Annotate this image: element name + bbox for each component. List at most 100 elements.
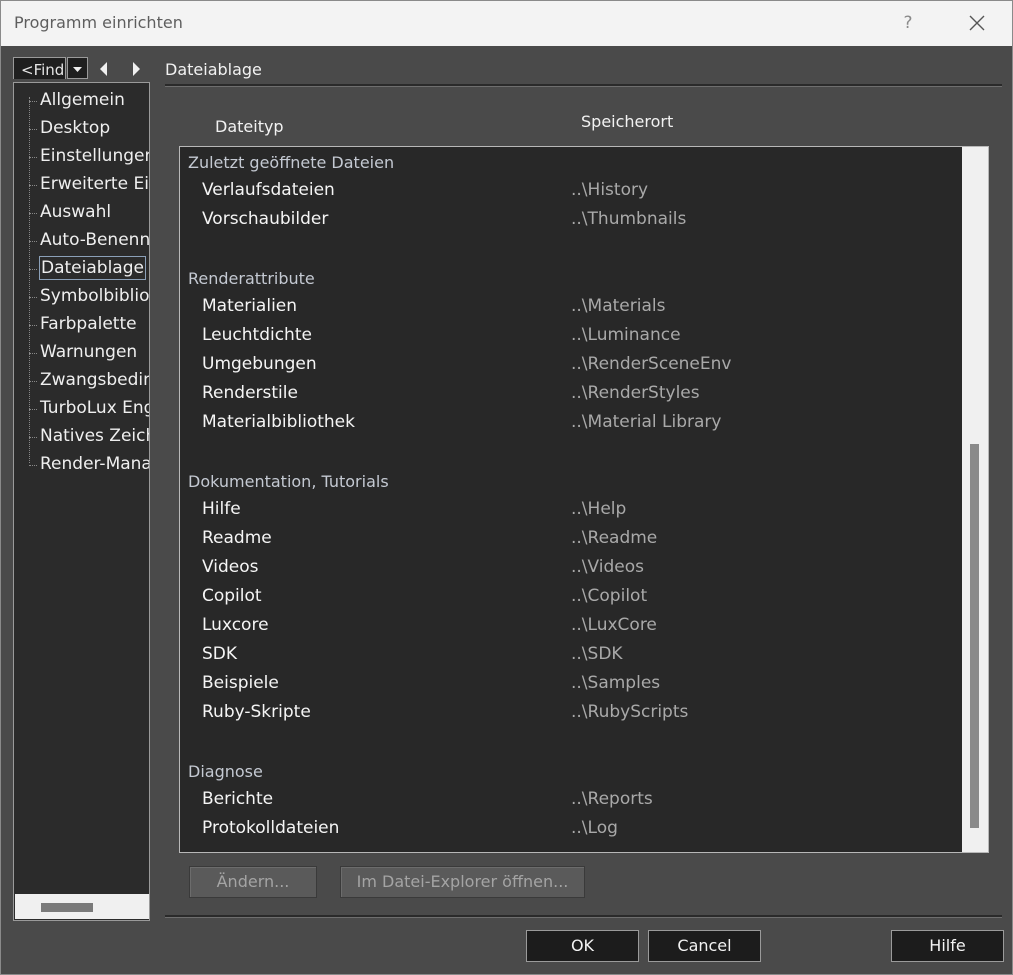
chevron-left-icon — [100, 62, 107, 76]
list-item[interactable]: Readme ..\Readme — [180, 524, 960, 553]
list-item[interactable]: Beispiele ..\Samples — [180, 669, 960, 698]
tree-item-label: Auswahl — [40, 202, 112, 222]
tree-item-label: Farbpalette — [40, 314, 137, 334]
tree-horizontal-scrollbar[interactable] — [15, 894, 149, 919]
group-header: Zuletzt geöffnete Dateien — [188, 153, 395, 172]
file-location-path: ..\Videos — [571, 557, 645, 577]
tree-item-label: Zwangsbeding — [40, 370, 149, 390]
tree-item[interactable]: Warnungen — [14, 340, 149, 366]
column-header-location[interactable]: Speicherort — [581, 112, 673, 131]
tree-item-label: Symbolbibliot — [40, 286, 150, 306]
file-type-label: Renderstile — [202, 383, 298, 403]
tree-item-label: Render-Manag — [40, 454, 149, 474]
list-vertical-scrollbar[interactable] — [962, 147, 988, 852]
tree-item[interactable]: Zwangsbeding — [14, 368, 149, 394]
tree-item[interactable]: Auswahl — [14, 200, 149, 226]
list-item[interactable]: Ruby-Skripte ..\RubyScripts — [180, 698, 960, 727]
close-icon[interactable] — [963, 9, 991, 37]
help-button[interactable]: Hilfe — [891, 930, 1004, 962]
list-item[interactable]: Berichte ..\Reports — [180, 785, 960, 814]
ok-button[interactable]: OK — [526, 930, 639, 962]
tree-item[interactable]: Allgemein — [14, 88, 149, 114]
group-header: Diagnose — [188, 762, 263, 781]
tree-connector — [29, 381, 37, 382]
list-item[interactable]: Protokolldateien ..\Log — [180, 814, 960, 843]
nav-forward-button[interactable] — [124, 57, 148, 81]
open-explorer-button[interactable]: Im Datei-Explorer öffnen... — [340, 866, 585, 898]
list-item[interactable]: Umgebungen ..\RenderSceneEnv — [180, 350, 960, 379]
file-location-path: ..\RubyScripts — [571, 702, 689, 722]
tree-connector — [29, 241, 37, 242]
list-item[interactable]: Vorschaubilder ..\Thumbnails — [180, 205, 960, 234]
list-item[interactable]: SDK ..\SDK — [180, 640, 960, 669]
tree-connector — [29, 325, 37, 326]
file-location-path: ..\Readme — [571, 528, 658, 548]
list-item[interactable]: Videos ..\Videos — [180, 553, 960, 582]
group-header: Dokumentation, Tutorials — [188, 472, 389, 491]
change-button[interactable]: Ändern... — [189, 866, 317, 898]
file-type-label: Beispiele — [202, 673, 279, 693]
file-type-label: Luxcore — [202, 615, 269, 635]
list-item[interactable]: Renderstile ..\RenderStyles — [180, 379, 960, 408]
file-location-path: ..\History — [571, 180, 649, 200]
nav-back-button[interactable] — [92, 57, 116, 81]
tree-item-label: Einstellungen — [40, 146, 150, 166]
search-dropdown-button[interactable] — [67, 57, 88, 79]
chevron-down-icon — [73, 67, 82, 72]
tree-item[interactable]: Dateiablage — [14, 256, 149, 282]
file-location-path: ..\LuxCore — [571, 615, 657, 635]
tree-item-label: Auto-Benennu — [40, 230, 150, 250]
tree-connector — [29, 353, 37, 354]
file-location-path: ..\Luminance — [571, 325, 681, 345]
tree-item[interactable]: Auto-Benennu — [14, 228, 150, 254]
tree-item[interactable]: Symbolbibliot — [14, 284, 150, 310]
list-item[interactable]: Materialbibliothek ..\Material Library — [180, 408, 960, 437]
tree-connector — [29, 465, 37, 466]
tree-item[interactable]: Einstellungen — [14, 144, 150, 170]
file-location-path: ..\Reports — [571, 789, 653, 809]
column-header-type[interactable]: Dateityp — [215, 117, 284, 136]
tree-item[interactable]: Farbpalette — [14, 312, 149, 338]
tree-item-label: Natives Zeichn — [40, 426, 149, 446]
tree-item[interactable]: Desktop — [14, 116, 149, 142]
tree-item[interactable]: TurboLux Engi — [14, 396, 149, 422]
window-title: Programm einrichten — [14, 13, 183, 32]
list-scroll-thumb[interactable] — [970, 444, 979, 828]
file-location-path: ..\SDK — [571, 644, 623, 664]
tree-connector — [29, 437, 37, 438]
file-type-label: Ruby-Skripte — [202, 702, 311, 722]
file-location-path: ..\Log — [571, 818, 618, 838]
divider — [165, 84, 1002, 87]
list-item[interactable]: Luxcore ..\LuxCore — [180, 611, 960, 640]
tree-connector — [29, 269, 37, 270]
category-tree[interactable]: Allgemein Desktop Einstellungen Erweiterte … — [13, 82, 150, 921]
search-input[interactable]: <Find — [13, 57, 66, 79]
tree-connector — [29, 185, 37, 186]
title-bar: Programm einrichten ? — [1, 1, 1012, 46]
file-type-label: Verlaufsdateien — [202, 180, 335, 200]
list-item[interactable]: Materialien ..\Materials — [180, 292, 960, 321]
file-type-label: Leuchtdichte — [202, 325, 312, 345]
group-header: Renderattribute — [188, 269, 315, 288]
file-location-list[interactable]: Zuletzt geöffnete Dateien Verlaufsdateien… — [179, 146, 989, 853]
tree-item-label: Dateiablage — [39, 256, 146, 280]
list-item[interactable]: Copilot ..\Copilot — [180, 582, 960, 611]
tree-item[interactable]: Erweiterte Eins — [14, 172, 149, 198]
tree-connector — [29, 213, 37, 214]
file-location-path: ..\Materials — [571, 296, 666, 316]
list-item[interactable]: Hilfe ..\Help — [180, 495, 960, 524]
file-location-path: ..\Help — [571, 499, 627, 519]
list-item[interactable]: Leuchtdichte ..\Luminance — [180, 321, 960, 350]
tree-item[interactable]: Render-Manag — [14, 452, 149, 478]
tree-connector — [29, 157, 37, 158]
list-item[interactable]: Verlaufsdateien ..\History — [180, 176, 960, 205]
file-type-label: Materialbibliothek — [202, 412, 355, 432]
tree-item[interactable]: Natives Zeichn — [14, 424, 149, 450]
help-icon[interactable]: ? — [896, 11, 920, 35]
divider — [165, 915, 1002, 918]
tree-item-label: Erweiterte Eins — [40, 174, 149, 194]
cancel-button[interactable]: Cancel — [648, 930, 761, 962]
file-type-label: Hilfe — [202, 499, 241, 519]
tree-scroll-thumb[interactable] — [41, 903, 93, 912]
file-type-label: Materialien — [202, 296, 298, 316]
